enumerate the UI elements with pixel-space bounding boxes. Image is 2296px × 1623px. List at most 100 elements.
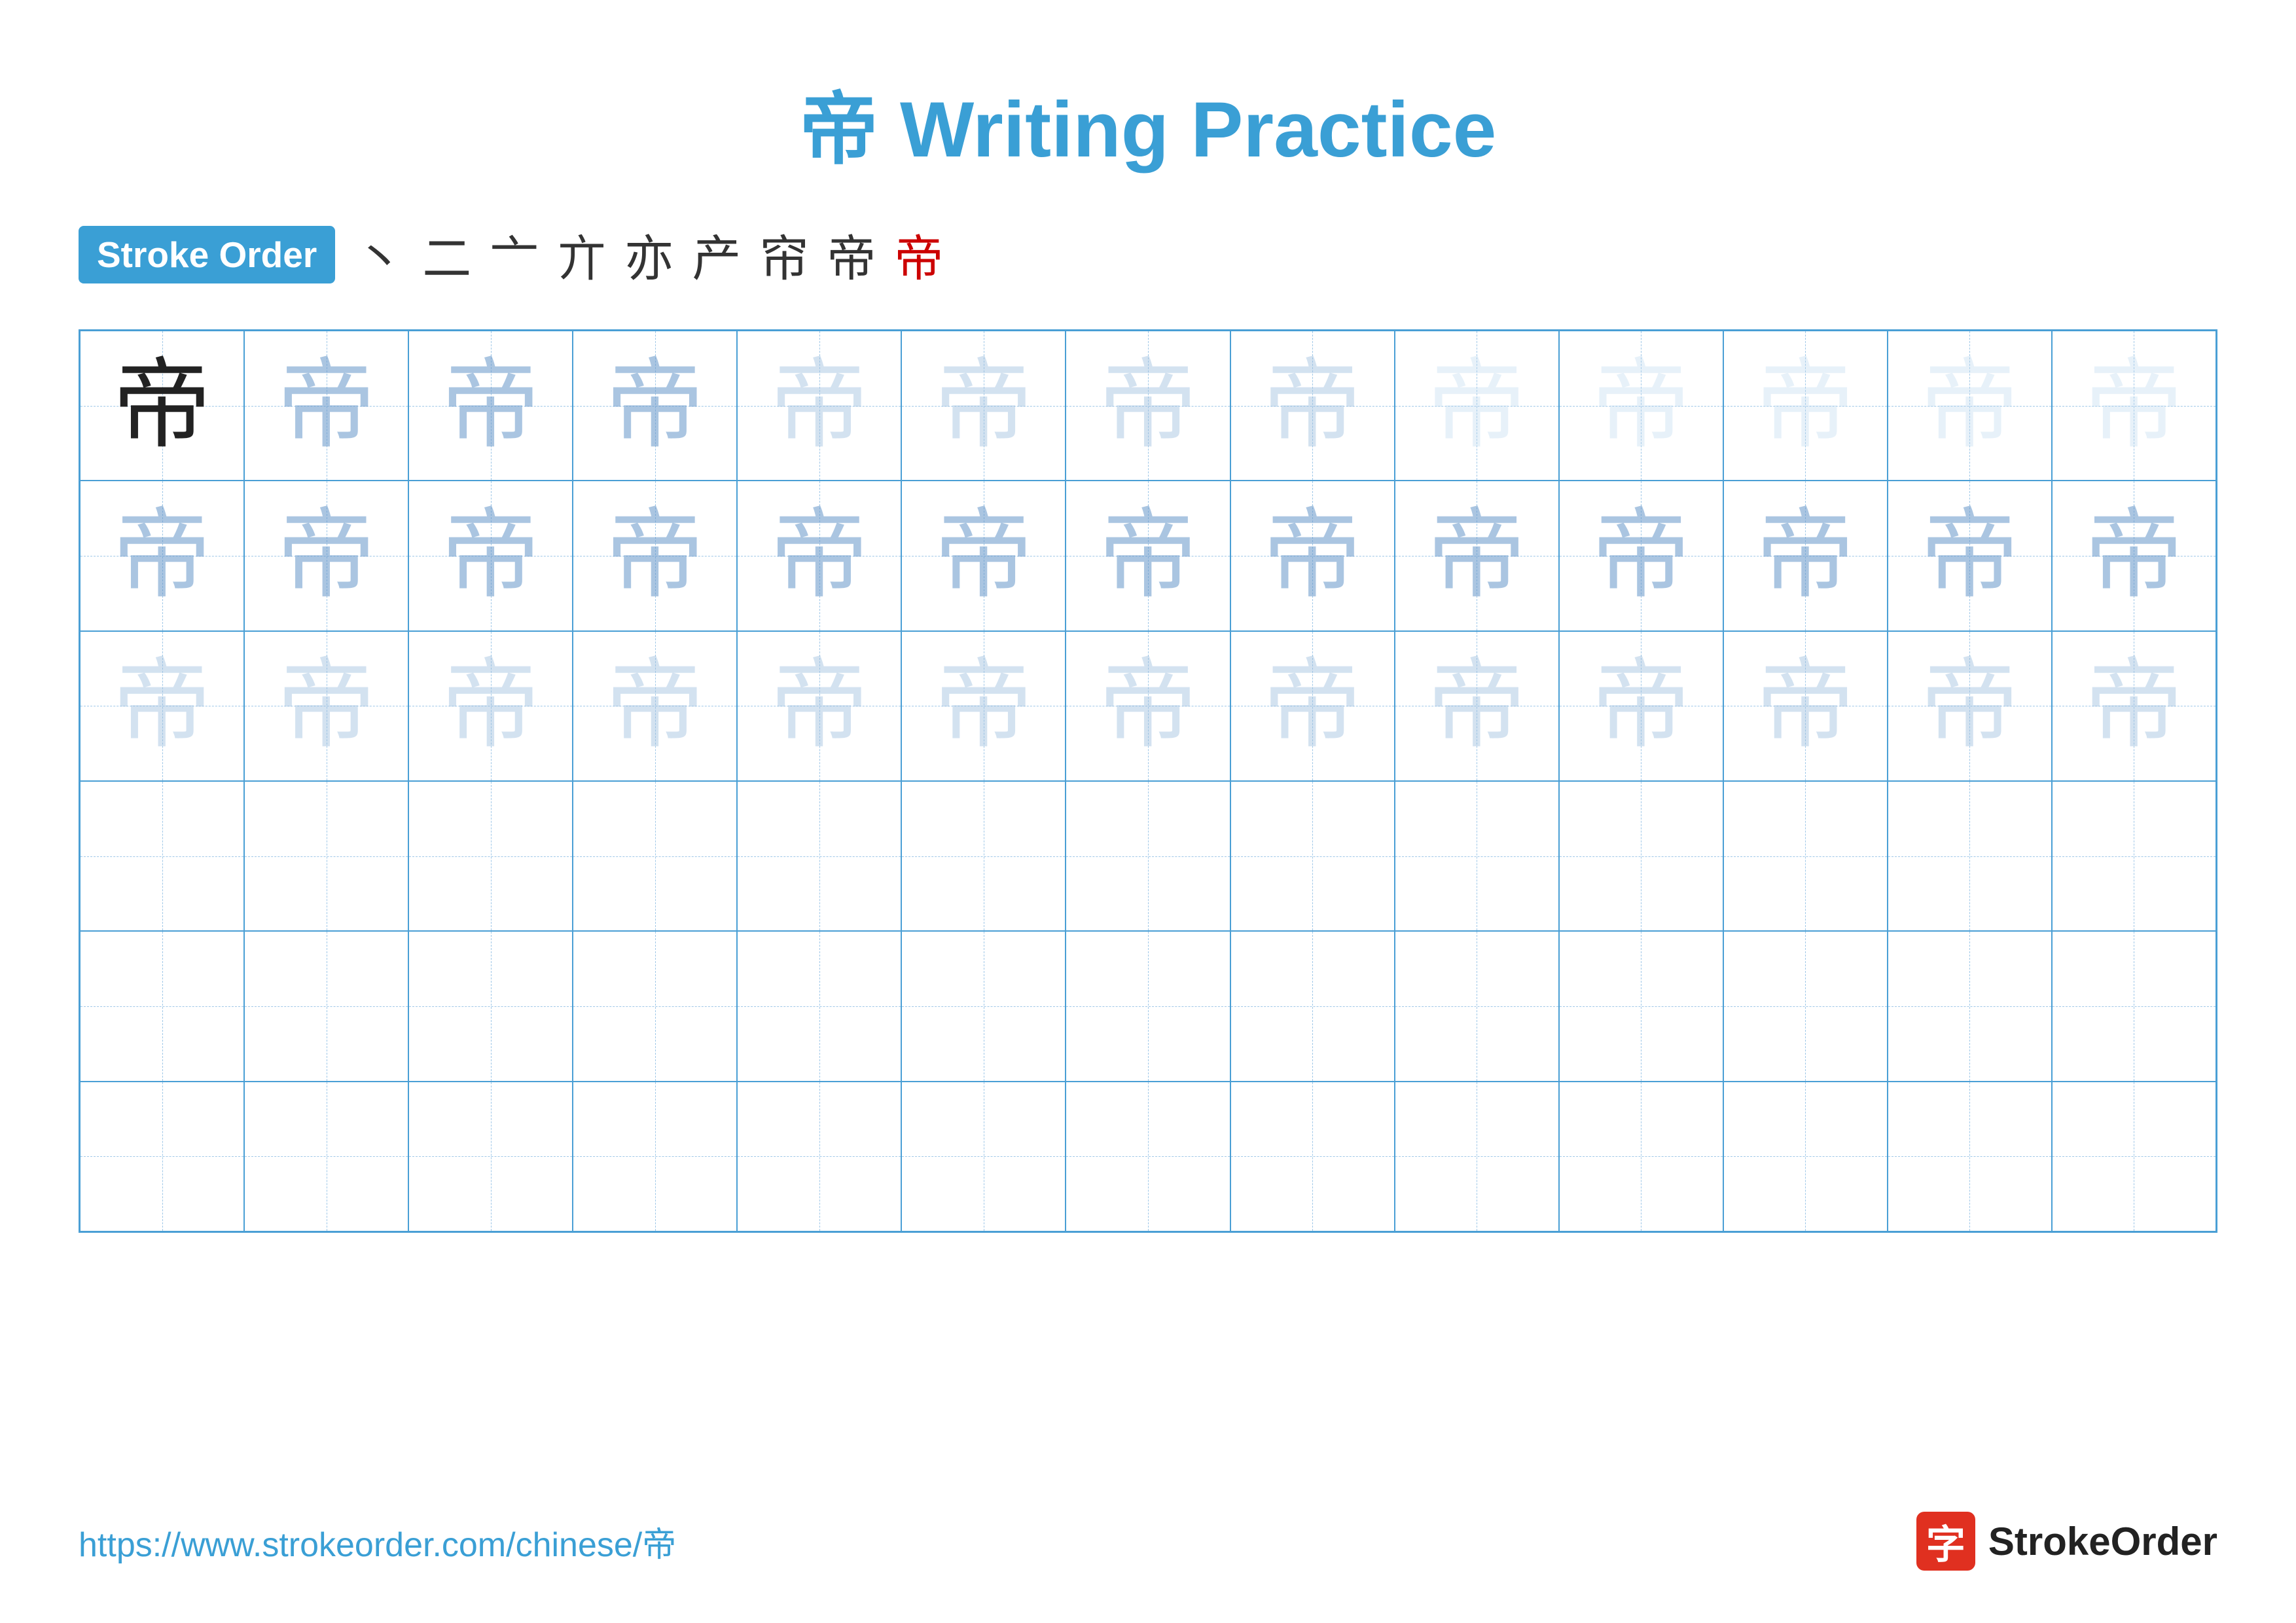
practice-char: 帝: [1099, 507, 1197, 605]
grid-cell: 帝: [901, 631, 1066, 781]
grid-cell: 帝: [244, 631, 408, 781]
stroke-8: 帝: [827, 219, 876, 290]
practice-char: 帝: [935, 507, 1033, 605]
grid-cell: 帝: [1559, 331, 1723, 481]
grid-cell: 帝: [80, 331, 244, 481]
grid-cell: 帝: [1395, 631, 1559, 781]
page: 帝 Writing Practice Stroke Order 丶 二 亠 亣 …: [0, 0, 2296, 1623]
stroke-sequence: 丶 二 亠 亣 亦 产 帘 帝 帝: [355, 219, 943, 290]
practice-char: 帝: [606, 657, 704, 755]
grid-cell: [1723, 781, 1888, 931]
grid-cell: [1230, 931, 1395, 1081]
practice-char: 帝: [442, 657, 540, 755]
grid-cell: [1559, 1082, 1723, 1231]
grid-cell: [1888, 1082, 2052, 1231]
footer-url: https://www.strokeorder.com/chinese/帝: [79, 1517, 676, 1566]
grid-cell: [737, 931, 901, 1081]
grid-cell: 帝: [1888, 331, 2052, 481]
practice-char: 帝: [278, 657, 376, 755]
grid-cell: 帝: [2052, 631, 2216, 781]
practice-char: 帝: [1427, 357, 1526, 455]
grid-cell: 帝: [1559, 631, 1723, 781]
practice-char: 帝: [442, 357, 540, 455]
grid-cell: [244, 931, 408, 1081]
page-title: 帝 Writing Practice: [79, 65, 2217, 179]
practice-char: 帝: [1756, 357, 1854, 455]
practice-char: 帝: [606, 357, 704, 455]
practice-char: 帝: [935, 357, 1033, 455]
grid-cell: 帝: [1066, 631, 1230, 781]
practice-char: 帝: [1263, 657, 1361, 755]
practice-char: 帝: [442, 507, 540, 605]
grid-cell: 帝: [1066, 331, 1230, 481]
grid-cell: [1066, 781, 1230, 931]
practice-char: 帝: [1592, 657, 1690, 755]
grid-cell: 帝: [80, 631, 244, 781]
grid-cell: [408, 1082, 573, 1231]
grid-cell: [1395, 931, 1559, 1081]
practice-char: 帝: [1920, 507, 2018, 605]
practice-grid: 帝帝帝帝帝帝帝帝帝帝帝帝帝帝帝帝帝帝帝帝帝帝帝帝帝帝帝帝帝帝帝帝帝帝帝帝帝帝帝: [79, 329, 2217, 1233]
grid-cell: 帝: [901, 331, 1066, 481]
grid-cell: 帝: [737, 331, 901, 481]
grid-cell: [244, 781, 408, 931]
grid-cell: [408, 931, 573, 1081]
grid-cell: [573, 781, 737, 931]
grid-cell: [1395, 781, 1559, 931]
practice-char: 帝: [2085, 357, 2183, 455]
stroke-9: 帝: [894, 219, 943, 290]
grid-cell: 帝: [573, 481, 737, 630]
grid-cell: 帝: [80, 481, 244, 630]
practice-char: 帝: [1592, 357, 1690, 455]
stroke-order-badge: Stroke Order: [79, 226, 335, 283]
practice-char: 帝: [1920, 357, 2018, 455]
grid-cell: [1066, 931, 1230, 1081]
practice-char: 帝: [770, 657, 869, 755]
grid-cell: 帝: [1395, 331, 1559, 481]
grid-cell: 帝: [1559, 481, 1723, 630]
logo-text: StrokeOrder: [1988, 1519, 2217, 1564]
stroke-4: 亣: [557, 219, 606, 290]
grid-cell: [2052, 781, 2216, 931]
grid-cell: [1559, 931, 1723, 1081]
grid-cell: [244, 1082, 408, 1231]
title-text: Writing Practice: [900, 86, 1496, 173]
practice-char: 帝: [1427, 507, 1526, 605]
grid-cell: 帝: [1230, 481, 1395, 630]
grid-cell: [80, 1082, 244, 1231]
grid-cell: [737, 1082, 901, 1231]
stroke-1: 丶: [355, 219, 404, 290]
stroke-7: 帘: [759, 219, 808, 290]
footer: https://www.strokeorder.com/chinese/帝 字 …: [79, 1512, 2217, 1571]
grid-cell: [901, 781, 1066, 931]
grid-cell: [573, 931, 737, 1081]
grid-cell: 帝: [737, 481, 901, 630]
grid-cell: [1395, 1082, 1559, 1231]
grid-cell: [80, 931, 244, 1081]
title-chinese-char: 帝: [800, 86, 878, 173]
practice-char: 帝: [1427, 657, 1526, 755]
grid-cell: [737, 781, 901, 931]
grid-cell: 帝: [737, 631, 901, 781]
grid-cell: 帝: [408, 481, 573, 630]
grid-cell: [408, 781, 573, 931]
practice-char: 帝: [1920, 657, 2018, 755]
grid-cell: 帝: [573, 331, 737, 481]
grid-cell: [1230, 781, 1395, 931]
practice-char: 帝: [1099, 357, 1197, 455]
practice-char: 帝: [278, 357, 376, 455]
grid-cell: [1066, 1082, 1230, 1231]
grid-cell: 帝: [244, 331, 408, 481]
grid-cell: 帝: [1888, 631, 2052, 781]
grid-cell: 帝: [408, 331, 573, 481]
grid-cell: 帝: [1395, 481, 1559, 630]
practice-char: 帝: [1263, 357, 1361, 455]
grid-cell: 帝: [1723, 481, 1888, 630]
practice-char: 帝: [113, 657, 211, 755]
logo-icon: 字: [1916, 1512, 1975, 1571]
practice-char: 帝: [770, 357, 869, 455]
stroke-2: 二: [422, 219, 471, 290]
footer-logo: 字 StrokeOrder: [1916, 1512, 2217, 1571]
grid-cell: [2052, 931, 2216, 1081]
stroke-5: 亦: [624, 219, 673, 290]
